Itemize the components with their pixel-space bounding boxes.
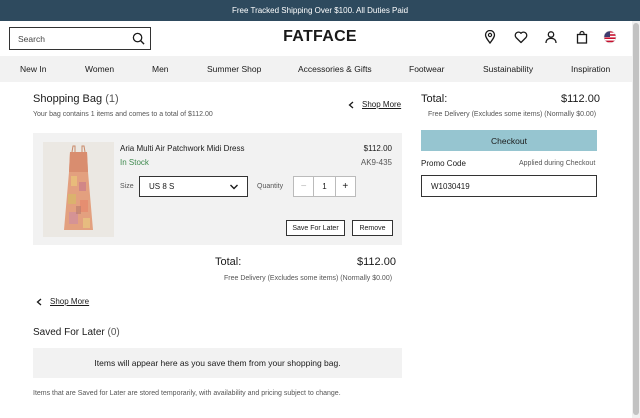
- size-label: Size: [120, 183, 134, 190]
- nav-item-women[interactable]: Women: [85, 64, 114, 74]
- size-select-value: US 8 S: [149, 182, 175, 191]
- product-sku: AK9-435: [360, 158, 392, 167]
- scrollbar-thumb[interactable]: [633, 23, 639, 415]
- product-name[interactable]: Aria Multi Air Patchwork Midi Dress: [120, 144, 244, 153]
- shop-more-link-bottom[interactable]: Shop More: [36, 297, 89, 306]
- main-nav: New In Women Men Summer Shop Accessories…: [0, 56, 632, 82]
- size-select[interactable]: US 8 S: [139, 176, 248, 197]
- bag-total-label: Total:: [215, 256, 242, 268]
- save-for-later-button[interactable]: Save For Later: [286, 220, 345, 236]
- bag-count: (1): [105, 93, 119, 105]
- saved-empty-state: Items will appear here as you save them …: [33, 348, 402, 378]
- page-scrollbar[interactable]: [632, 21, 640, 418]
- saved-empty-text: Items will appear here as you save them …: [94, 358, 341, 368]
- product-price: $112.00: [363, 144, 392, 153]
- chevron-left-icon: [36, 298, 42, 305]
- shop-more-label[interactable]: Shop More: [50, 297, 89, 306]
- bag-total-value: $112.00: [357, 256, 396, 268]
- stock-status: In Stock: [120, 158, 149, 167]
- promo-bar: Free Tracked Shipping Over $100. All Dut…: [0, 0, 640, 21]
- nav-item-inspiration[interactable]: Inspiration: [571, 64, 610, 74]
- promo-code-input[interactable]: [421, 175, 597, 197]
- promo-code-hint: Applied during Checkout: [519, 160, 596, 167]
- saved-for-later-title: Saved For Later (0): [33, 327, 120, 338]
- summary-total-label: Total:: [421, 93, 448, 105]
- quantity-increase-button[interactable]: +: [334, 177, 355, 196]
- nav-item-accessories-gifts[interactable]: Accessories & Gifts: [298, 64, 372, 74]
- quantity-stepper: − 1 +: [293, 176, 356, 197]
- remove-button[interactable]: Remove: [352, 220, 393, 236]
- saved-count: (0): [107, 327, 120, 338]
- map-pin-icon[interactable]: [483, 30, 497, 44]
- chevron-down-icon: [230, 184, 238, 190]
- promo-code-label: Promo Code: [421, 159, 466, 168]
- nav-item-summer-shop[interactable]: Summer Shop: [207, 64, 261, 74]
- dress-image: [43, 142, 114, 237]
- bag-title-text: Shopping Bag: [33, 93, 103, 105]
- bag-item-card: Aria Multi Air Patchwork Midi Dress $112…: [33, 133, 402, 245]
- product-image[interactable]: [43, 142, 114, 237]
- saved-note: Items that are Saved for Later are store…: [33, 390, 341, 397]
- saved-title-text: Saved For Later: [33, 327, 105, 338]
- nav-item-men[interactable]: Men: [152, 64, 169, 74]
- bag-delivery-note: Free Delivery (Excludes some items) (Nor…: [224, 275, 393, 282]
- summary-delivery-note: Free Delivery (Excludes some items) (Nor…: [428, 111, 597, 118]
- nav-item-sustainability[interactable]: Sustainability: [483, 64, 533, 74]
- shop-more-label[interactable]: Shop More: [362, 100, 401, 109]
- nav-item-footwear[interactable]: Footwear: [409, 64, 444, 74]
- bag-subtitle: Your bag contains 1 items and comes to a…: [33, 111, 213, 118]
- heart-icon[interactable]: [514, 30, 528, 44]
- quantity-value[interactable]: 1: [314, 177, 334, 196]
- quantity-label: Quantity: [257, 183, 284, 190]
- nav-item-new-in[interactable]: New In: [20, 64, 46, 74]
- shop-more-link-top[interactable]: Shop More: [348, 100, 401, 109]
- site-header: FATFACE: [0, 21, 640, 56]
- bag-icon[interactable]: [575, 30, 589, 44]
- bag-title: Shopping Bag (1): [33, 93, 119, 105]
- checkout-button[interactable]: Checkout: [421, 130, 597, 151]
- us-flag-icon[interactable]: [603, 30, 617, 44]
- quantity-decrease-button[interactable]: −: [294, 177, 315, 196]
- summary-total-value: $112.00: [561, 93, 600, 105]
- chevron-left-icon: [348, 101, 354, 108]
- user-icon[interactable]: [544, 30, 558, 44]
- promo-bar-text: Free Tracked Shipping Over $100. All Dut…: [231, 6, 409, 15]
